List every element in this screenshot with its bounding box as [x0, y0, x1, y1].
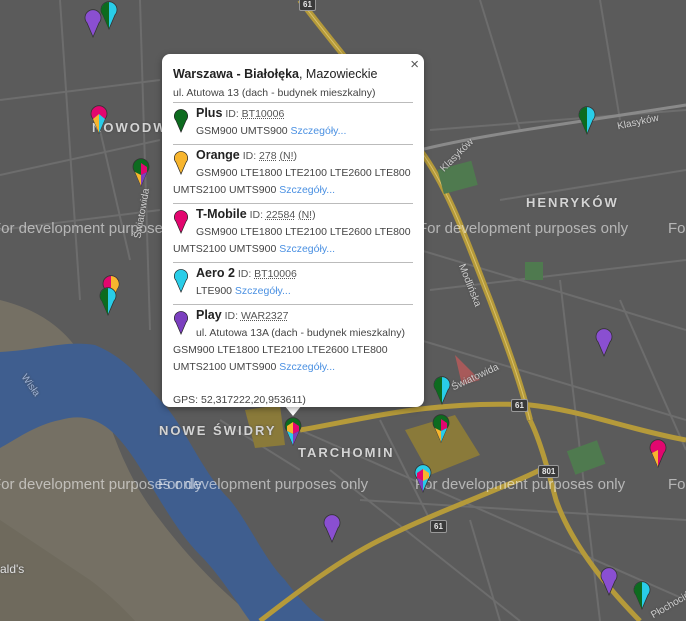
- operator-id-label: ID:: [225, 108, 239, 120]
- road-shield: 61: [511, 399, 528, 412]
- operator-name: Aero 2: [196, 266, 235, 280]
- bts-marker-multi[interactable]: [433, 375, 451, 405]
- orange-pin-icon: [174, 151, 188, 175]
- bts-marker-selected[interactable]: [284, 416, 302, 446]
- bands-line: GSM900 LTE1800 LTE2100 LTE2600 LTE800: [196, 226, 411, 238]
- bts-marker-multi[interactable]: [578, 105, 596, 135]
- operator-note: (N!): [298, 209, 316, 221]
- map-canvas[interactable]: For development purposes only For develo…: [0, 0, 686, 621]
- operator-id: BT10006: [254, 268, 297, 280]
- operator-id-label: ID:: [224, 310, 239, 322]
- watermark-text: For development purposes only: [668, 476, 686, 493]
- info-window: × Warszawa - Białołęka, Mazowieckie ul. …: [162, 54, 424, 407]
- operator-name: Plus: [196, 106, 223, 120]
- gps-coordinates: GPS: 52,317222,20,953611): [173, 394, 306, 406]
- road-shield: 61: [299, 0, 316, 11]
- operator-tmobile: T-Mobile ID: 22584 (N!) GSM900 LTE1800 L…: [173, 204, 413, 263]
- location-title: Warszawa - Białołęka, Mazowieckie: [173, 67, 413, 81]
- operator-id-label: ID:: [242, 150, 257, 162]
- bts-marker-multi[interactable]: [132, 157, 150, 187]
- bands-line: GSM900 LTE1800 LTE2100 LTE2600 LTE800: [196, 167, 411, 179]
- watermark-text: For development purposes only: [415, 476, 626, 493]
- operator-bands: ul. Atutowa 13A (dach - budynek mieszkal…: [173, 325, 413, 376]
- operator-note: (N!): [279, 150, 297, 162]
- bands-line: GSM900 LTE1800 LTE2100 LTE2600 LTE800: [173, 344, 388, 356]
- park-2: [525, 262, 543, 280]
- tmobile-pin-icon: [174, 210, 188, 234]
- bts-marker-multi[interactable]: [90, 104, 108, 134]
- poi-label: ald's: [0, 562, 25, 576]
- park-3: [566, 440, 606, 475]
- district-label-henrykow: HENRYKÓW: [526, 195, 619, 210]
- operator-id-label: ID:: [249, 209, 264, 221]
- operator-id: BT10006: [241, 108, 285, 120]
- operator-bands: GSM900 LTE1800 LTE2100 LTE2600 LTE800 UM…: [173, 224, 413, 258]
- bts-marker-multi[interactable]: [633, 580, 651, 610]
- operator-address: ul. Atutowa 13A (dach - budynek mieszkal…: [196, 327, 405, 339]
- district-label-nowe-swidry: NOWE ŚWIDRY: [159, 423, 277, 438]
- details-link[interactable]: Szczegóły...: [235, 285, 291, 297]
- road-swiatowida: [299, 401, 686, 443]
- details-link[interactable]: Szczegóły...: [291, 125, 347, 137]
- bts-marker-multi[interactable]: [99, 286, 117, 316]
- operator-id-label: ID:: [237, 268, 252, 280]
- operator-bands: LTE900 Szczegóły...: [173, 283, 413, 300]
- bts-marker-play[interactable]: [323, 513, 341, 543]
- watermark-text: For development purposes only: [158, 476, 369, 493]
- watermark-text: For development purposes only: [668, 220, 686, 237]
- district-label-tarchomin: TARCHOMIN: [298, 445, 395, 460]
- operator-bands: GSM900 UMTS900 Szczegóły...: [173, 123, 413, 140]
- operator-id: 278: [259, 150, 277, 162]
- location-address: ul. Atutowa 13 (dach - budynek mieszkaln…: [173, 87, 413, 103]
- aero2-pin-icon: [174, 269, 188, 293]
- location-city: Warszawa - Białołęka: [173, 67, 299, 81]
- operator-plus: Plus ID: BT10006 GSM900 UMTS900 Szczegół…: [173, 103, 413, 145]
- road-shield: 801: [538, 465, 560, 478]
- bts-marker-multi[interactable]: [649, 438, 667, 468]
- operator-name: Play: [196, 308, 222, 322]
- bands-line: LTE900: [196, 285, 232, 297]
- bts-marker-play[interactable]: [600, 566, 618, 596]
- bands-line: UMTS2100 UMTS900: [173, 184, 277, 196]
- operator-name: Orange: [196, 148, 240, 162]
- bands-line: UMTS2100 UMTS900: [173, 243, 277, 255]
- bands-line: UMTS2100 UMTS900: [173, 361, 277, 373]
- bts-marker-multi[interactable]: [414, 463, 432, 493]
- play-pin-icon: [174, 311, 188, 335]
- details-link[interactable]: Szczegóły...: [279, 361, 335, 373]
- operator-bands: GSM900 LTE1800 LTE2100 LTE2600 LTE800 UM…: [173, 165, 413, 199]
- watermark-text: For development purposes only: [418, 220, 629, 237]
- operator-play: Play ID: WAR2327 ul. Atutowa 13A (dach -…: [173, 305, 413, 380]
- operator-id: WAR2327: [240, 310, 289, 322]
- road-shield: 61: [430, 520, 447, 533]
- operator-name: T-Mobile: [196, 207, 247, 221]
- operator-orange: Orange ID: 278 (N!) GSM900 LTE1800 LTE21…: [173, 145, 413, 204]
- details-link[interactable]: Szczegóły...: [279, 184, 335, 196]
- plus-pin-icon: [174, 109, 188, 133]
- operator-id: 22584: [265, 209, 296, 221]
- operator-aero2: Aero 2 ID: BT10006 LTE900 Szczegóły...: [173, 263, 413, 305]
- location-region: , Mazowieckie: [298, 67, 378, 81]
- details-link[interactable]: Szczegóły...: [279, 243, 335, 255]
- bts-marker-play[interactable]: [595, 327, 613, 357]
- bts-marker-multi[interactable]: [100, 0, 118, 30]
- bts-marker-multi[interactable]: [432, 413, 450, 443]
- close-button[interactable]: ×: [410, 56, 419, 73]
- bands-line: GSM900 UMTS900: [196, 125, 288, 137]
